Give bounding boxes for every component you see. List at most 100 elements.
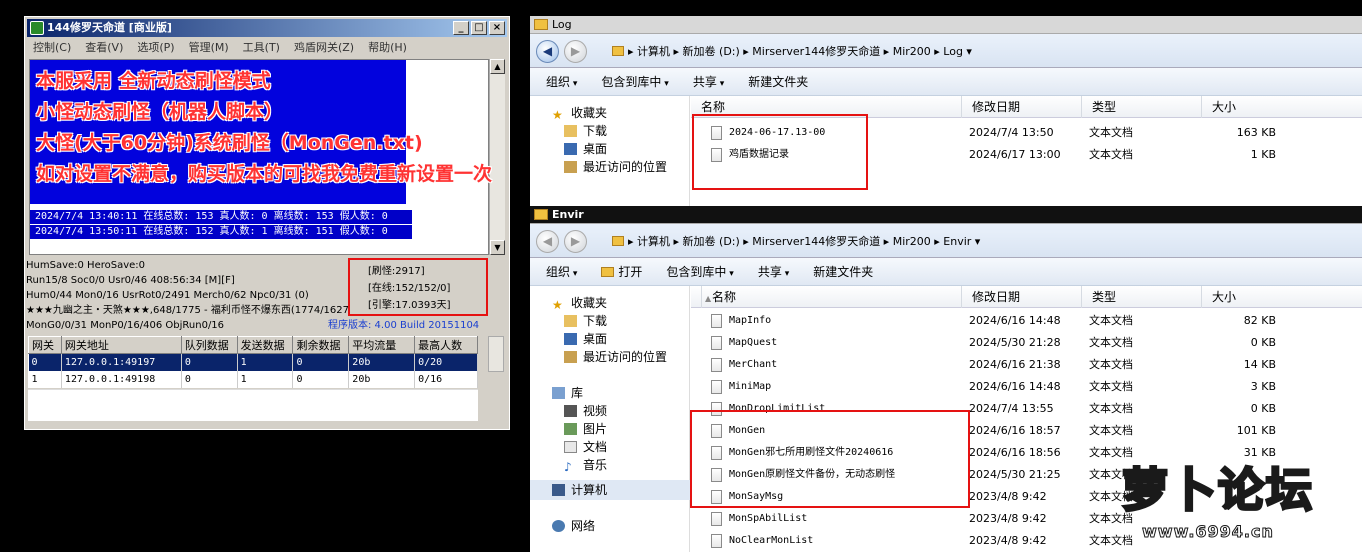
new-folder-button[interactable]: 新建文件夹 [748,73,808,90]
menu-help[interactable]: 帮助(H) [368,39,407,57]
share-button[interactable]: 共享 [693,73,724,90]
server-title-bar: 144修罗天命道 [商业版] _ □ × [27,19,507,37]
log-line: 2024/7/4 13:40:11 在线总数: 153 真人数: 0 离线数: … [30,210,412,224]
text-file-icon [711,358,722,372]
nav-music[interactable]: ♪ 音乐 [564,456,607,474]
site-watermark-logo: 萝卜论坛 www.6994.cn [1121,452,1354,548]
nav-network[interactable]: 网络 [552,517,595,535]
text-file-icon [711,512,722,526]
folder-icon [612,46,624,56]
col-name[interactable]: 名称 ▲ [691,286,961,308]
maximize-button[interactable]: □ [471,21,487,35]
nav-downloads[interactable]: 下载 [564,312,607,330]
app-icon [30,21,44,35]
nav-favorites[interactable]: ★ 收藏夹 [552,104,607,122]
col-size[interactable]: 大小 [1201,286,1281,308]
back-button[interactable]: ◀ [536,230,559,253]
menu-gateway[interactable]: 鸡盾网关(Z) [294,39,354,57]
watermark-url: www.6994.cn [1142,522,1274,542]
nav-documents[interactable]: 文档 [564,438,607,456]
scroll-down-icon[interactable]: ▼ [490,240,505,255]
log-line: 2024/7/4 13:50:11 在线总数: 152 真人数: 1 离线数: … [30,225,412,239]
spawn-count: [刷怪:2917] [368,266,425,277]
stat-line: MonG0/0/31 MonP0/16/406 ObjRun0/16 程序版本: … [26,320,480,331]
col-size[interactable]: 大小 [1201,96,1281,118]
nav-computer[interactable]: 计算机 [552,481,607,499]
col-type[interactable]: 类型 [1081,96,1201,118]
envir-toolbar: 组织 打开 包含到库中 共享 新建文件夹 [530,258,1362,286]
file-row[interactable]: MapInfo 2024/6/16 14:48 文本文档 82 KB [691,310,1362,332]
version-label: 程序版本: 4.00 Build 20151104 [328,320,480,331]
online-count: [在线:152/152/0] [368,283,451,294]
include-in-library-button[interactable]: 包含到库中 [666,263,733,280]
col-avg-traffic[interactable]: 平均流量 [348,336,416,354]
back-button[interactable]: ◀ [536,40,559,63]
minimize-button[interactable]: _ [453,21,469,35]
log-explorer-window: Log ◀ ▶ ▸ 计算机 ▸ 新加卷 (D:) ▸ Mirserver144修… [530,16,1362,206]
envir-window-title: Envir [552,208,584,221]
forward-button[interactable]: ▶ [564,230,587,253]
share-button[interactable]: 共享 [758,263,789,280]
nav-favorites[interactable]: ★ 收藏夹 [552,294,607,312]
nav-desktop[interactable]: 桌面 [564,140,607,158]
col-queue[interactable]: 队列数据 [180,336,238,354]
text-file-icon [711,336,722,350]
menu-view[interactable]: 查看(V) [85,39,123,57]
nav-libraries[interactable]: 库 [552,384,583,402]
server-title: 144修罗天命道 [商业版] [47,21,172,34]
nav-recent[interactable]: 最近访问的位置 [564,348,667,366]
nav-videos[interactable]: 视频 [564,402,607,420]
menu-options[interactable]: 选项(P) [137,39,174,57]
nav-pictures[interactable]: 图片 [564,420,607,438]
col-date[interactable]: 修改日期 [961,286,1081,308]
organize-button[interactable]: 组织 [546,263,577,280]
promo-line: 如对设置不满意，购买版本的可找我免费重新设置一次 [36,163,493,185]
nav-desktop[interactable]: 桌面 [564,330,607,348]
scroll-up-icon[interactable]: ▲ [490,59,505,74]
log-files-highlight [692,114,868,190]
file-row[interactable]: MiniMap 2024/6/16 14:48 文本文档 3 KB [691,376,1362,398]
include-in-library-button[interactable]: 包含到库中 [601,73,668,90]
envir-address-bar: ◀ ▶ ▸ 计算机 ▸ 新加卷 (D:) ▸ Mirserver144修罗天命道… [530,224,1362,258]
forward-button[interactable]: ▶ [564,40,587,63]
menu-tools[interactable]: 工具(T) [243,39,280,57]
file-row[interactable]: MapQuest 2024/5/30 21:28 文本文档 0 KB [691,332,1362,354]
table-row[interactable]: 1 127.0.0.1:49198 0 1 0 20b 0/16 [28,370,478,388]
text-file-icon [711,534,722,548]
log-scrollbar[interactable]: ▲ ▼ [489,59,505,255]
log-nav-pane: ★ 收藏夹 下载 桌面 最近访问的位置 [530,96,690,206]
col-sent[interactable]: 发送数据 [236,336,294,354]
watermark-text: 萝卜论坛 [1121,462,1314,519]
open-button[interactable]: 打开 [601,263,642,280]
table-row[interactable]: 0 127.0.0.1:49197 0 1 0 20b 0/20 [28,353,478,371]
col-remain[interactable]: 剩余数据 [292,336,350,354]
close-button[interactable]: × [489,21,505,35]
envir-list-header: 名称 ▲ 修改日期 类型 大小 [691,286,1362,308]
col-gate-address[interactable]: 网关地址 [60,336,182,354]
log-address-bar: ◀ ▶ ▸ 计算机 ▸ 新加卷 (D:) ▸ Mirserver144修罗天命道… [530,34,1362,68]
folder-icon [534,19,548,30]
menu-control[interactable]: 控制(C) [33,39,71,57]
file-row[interactable]: MerChant 2024/6/16 21:38 文本文档 14 KB [691,354,1362,376]
text-file-icon [711,380,722,394]
breadcrumb[interactable]: ▸ 计算机 ▸ 新加卷 (D:) ▸ Mirserver144修罗天命道 ▸ M… [612,232,980,252]
info-highlight-box: [刷怪:2917] [在线:152/152/0] [引擎:17.0393天] [348,258,488,316]
folder-icon [534,209,548,220]
gateway-scrollbar[interactable] [488,336,504,372]
col-gate[interactable]: 网关 [28,336,62,354]
organize-button[interactable]: 组织 [546,73,577,90]
breadcrumb[interactable]: ▸ 计算机 ▸ 新加卷 (D:) ▸ Mirserver144修罗天命道 ▸ M… [612,42,972,62]
menu-manage[interactable]: 管理(M) [189,39,229,57]
col-max-users[interactable]: 最高人数 [414,336,478,354]
envir-window-title-bar: Envir [530,206,1362,224]
open-icon [601,267,615,277]
col-type[interactable]: 类型 [1081,286,1201,308]
folder-icon [612,236,624,246]
col-date[interactable]: 修改日期 [961,96,1081,118]
text-file-icon [711,314,722,328]
log-window-title: Log [552,18,572,31]
promo-line: 小怪动态刷怪（机器人脚本） [36,101,284,123]
new-folder-button[interactable]: 新建文件夹 [813,263,873,280]
nav-downloads[interactable]: 下载 [564,122,607,140]
nav-recent[interactable]: 最近访问的位置 [564,158,667,176]
